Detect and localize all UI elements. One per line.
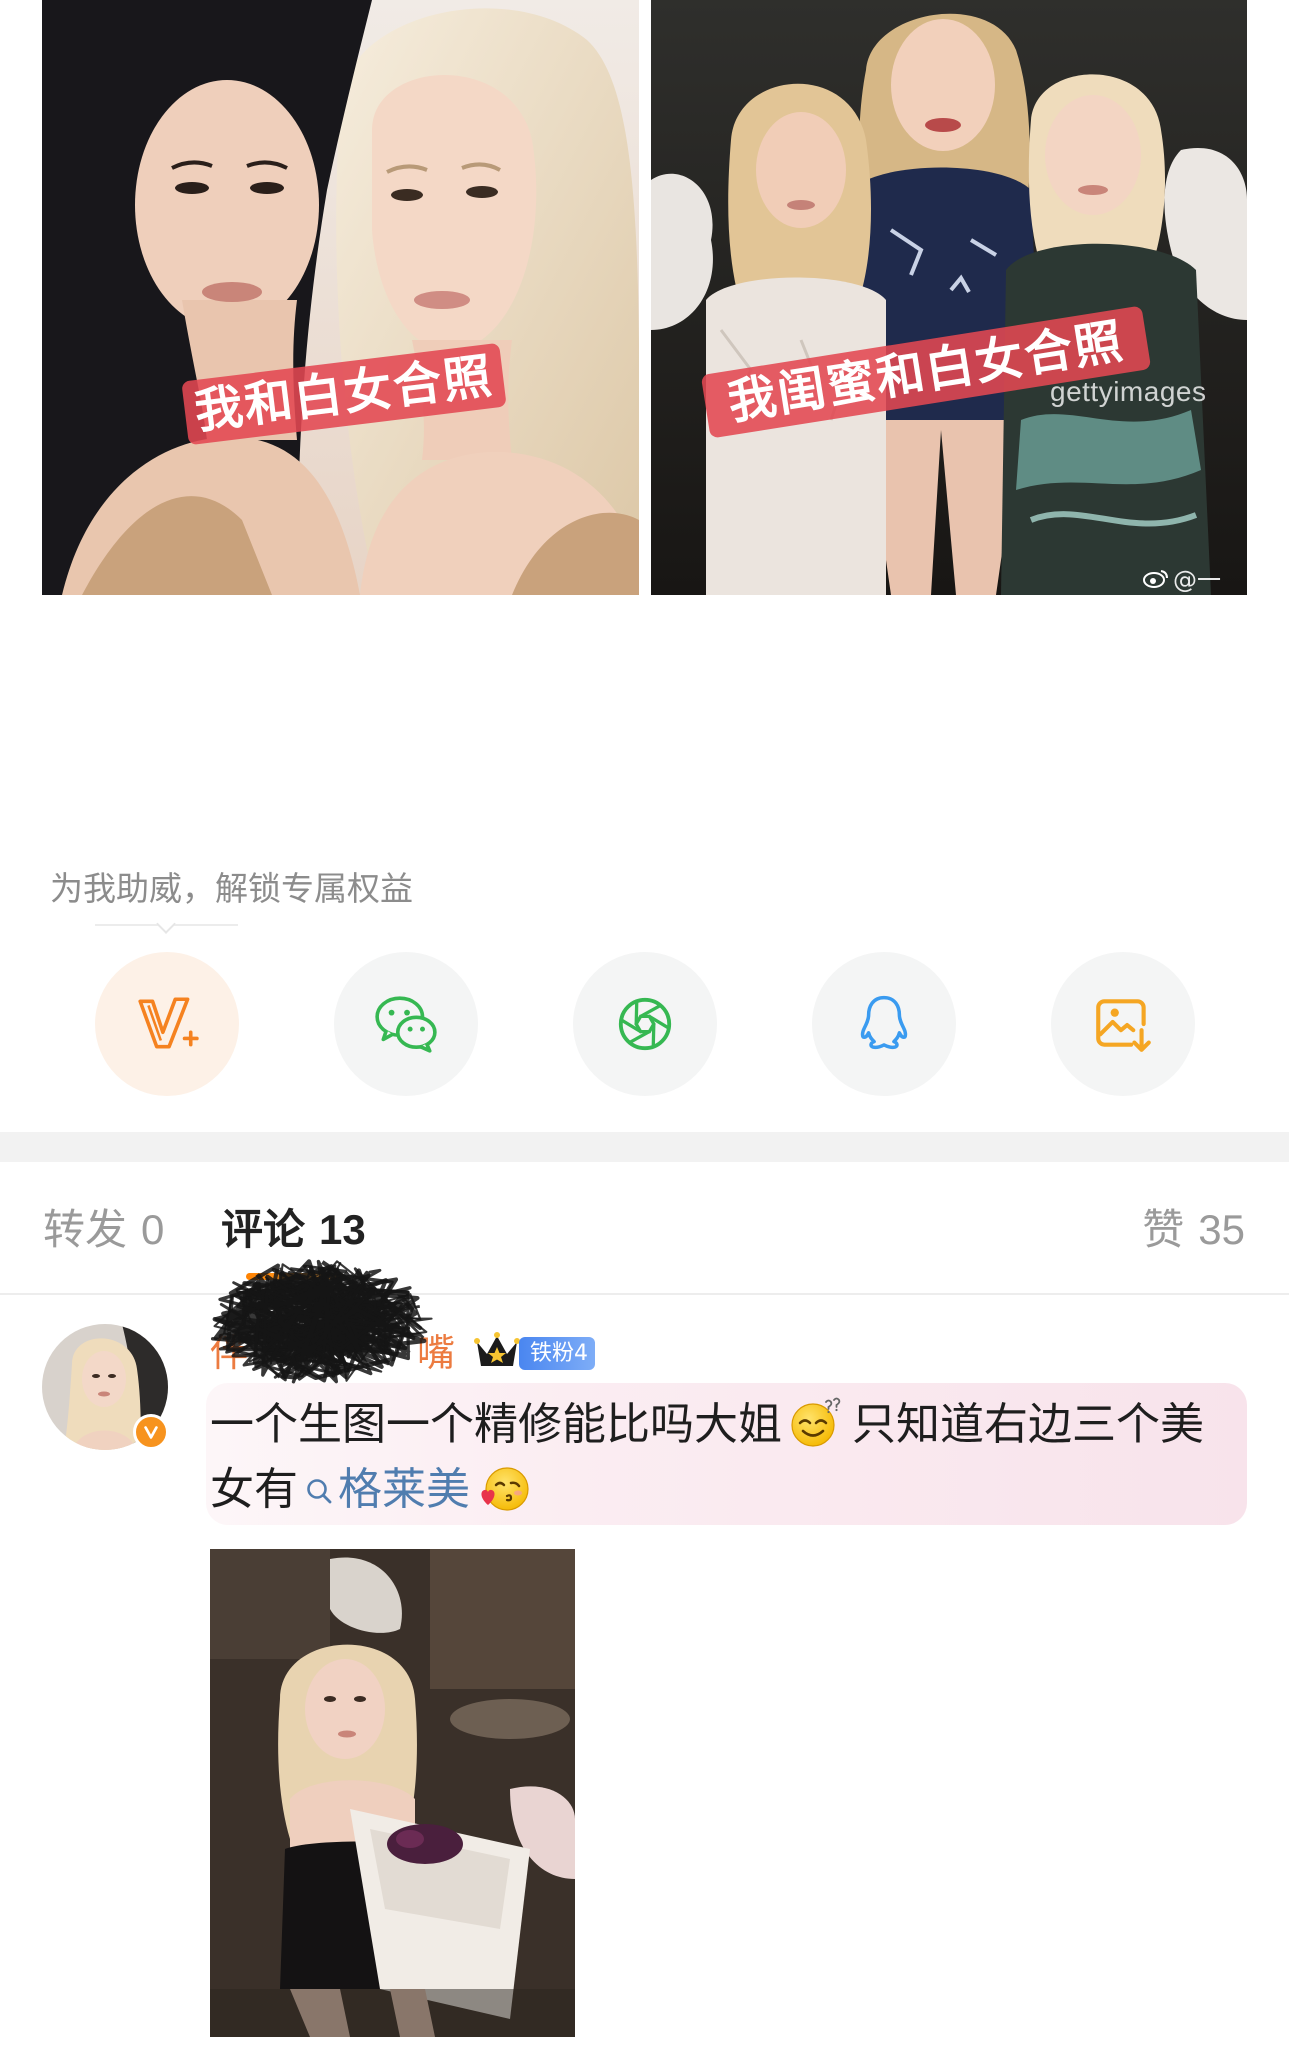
squinting-question-emoji-icon (790, 1396, 842, 1448)
comment-text-part1: 一个生图一个精修能比吗大姐 (210, 1399, 782, 1450)
post-image-right[interactable]: 我闺蜜和白女合照 gettyimages @一 (651, 0, 1247, 595)
section-divider-band (0, 1132, 1289, 1162)
save-image-button[interactable] (1051, 952, 1195, 1096)
post-photo-left (42, 0, 639, 595)
vip-plus-icon (138, 997, 199, 1049)
redaction-scribble (210, 1259, 433, 1384)
post-image-left[interactable]: 我和白女合照 (42, 0, 639, 595)
credit-text: @一 (1173, 566, 1221, 594)
share-qq-button[interactable] (812, 952, 956, 1096)
tab-comments-label: 评论 (221, 1205, 306, 1254)
moments-icon (618, 997, 672, 1051)
comment-photo (210, 1549, 575, 2037)
tab-repost-label: 转发 (43, 1205, 128, 1254)
search-icon[interactable] (304, 1476, 334, 1506)
search-topic-link[interactable]: 格莱美 (338, 1464, 470, 1515)
tooltip-caret (156, 914, 176, 934)
verified-badge (133, 1414, 169, 1450)
blowing-kiss-emoji-icon (478, 1461, 530, 1513)
tab-comments-count: 13 (319, 1206, 366, 1253)
image-credit: @一 (1143, 560, 1221, 595)
getty-watermark: gettyimages (1050, 376, 1207, 407)
tab-repost-count: 0 (141, 1206, 165, 1253)
weibo-logo-icon (1143, 568, 1169, 588)
save-image-icon (1096, 999, 1151, 1052)
tabs-divider (0, 1293, 1289, 1295)
crown-icon (473, 1330, 521, 1372)
share-wechat-button[interactable] (334, 952, 478, 1096)
share-moments-button[interactable] (573, 952, 717, 1096)
tab-repost[interactable]: 转发 0 (43, 1200, 164, 1260)
fan-level-badge: 铁粉4 (519, 1337, 595, 1370)
vip-support-button[interactable] (95, 952, 239, 1096)
verified-v-icon (144, 1426, 158, 1439)
comment-text: 一个生图一个精修能比吗大姐 只知道右边三个美女有 格莱美 (206, 1383, 1247, 1522)
tab-likes[interactable]: 赞 35 (1142, 1200, 1245, 1260)
wechat-icon (375, 996, 437, 1053)
comment-image[interactable] (210, 1549, 575, 2037)
comment-bubble: 一个生图一个精修能比吗大姐 只知道右边三个美女有 格莱美 (206, 1383, 1247, 1525)
support-prompt: 为我助威，解锁专属权益 (50, 869, 413, 908)
tab-likes-count: 35 (1198, 1206, 1245, 1253)
tab-likes-label: 赞 (1142, 1205, 1185, 1254)
post-photo-right (651, 0, 1247, 595)
qq-icon (860, 995, 908, 1050)
